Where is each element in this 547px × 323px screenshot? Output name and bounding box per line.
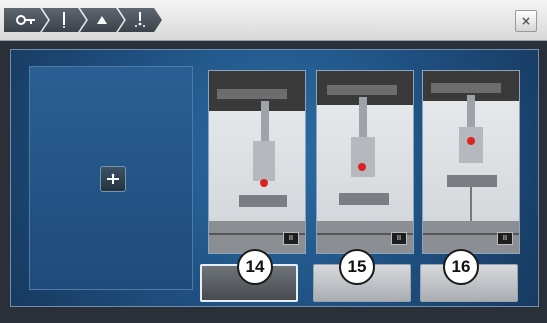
presser-foot-photo-14: II xyxy=(208,70,306,254)
option-number-14: 14 xyxy=(237,249,273,285)
top-toolbar: × xyxy=(0,0,547,41)
presser-foot-photo-15: II xyxy=(316,70,414,254)
key-icon xyxy=(16,15,35,25)
breadcrumb-key[interactable] xyxy=(4,8,48,32)
photo-badge: II xyxy=(391,232,407,245)
option-number-15: 15 xyxy=(339,249,375,285)
breadcrumb-presser-foot[interactable] xyxy=(80,8,124,32)
breadcrumb-needle-stop[interactable] xyxy=(118,8,162,32)
needle-icon xyxy=(63,12,65,28)
close-icon: × xyxy=(520,14,532,28)
presser-foot-icon xyxy=(97,16,107,24)
breadcrumb xyxy=(4,8,162,32)
photo-badge: II xyxy=(497,232,513,245)
photo-badge: II xyxy=(283,232,299,245)
main-panel: II 14 II 15 II 16 xyxy=(10,49,539,307)
option-number-16: 16 xyxy=(443,249,479,285)
needle-position-icon xyxy=(100,166,126,192)
breadcrumb-needle[interactable] xyxy=(42,8,86,32)
needle-stop-icon xyxy=(135,12,145,27)
presser-foot-photo-16: II xyxy=(422,70,520,254)
preview-panel xyxy=(29,66,193,290)
close-button[interactable]: × xyxy=(515,10,537,32)
